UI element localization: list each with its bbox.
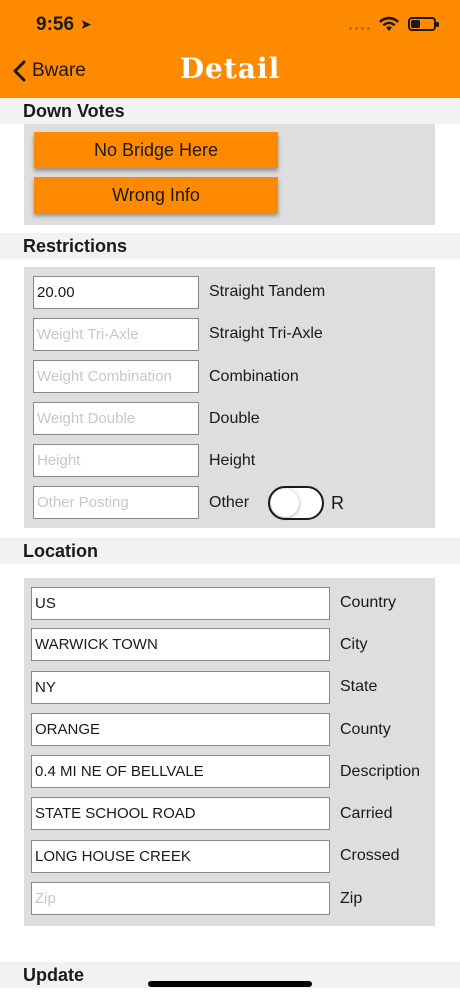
crossed-label: Crossed	[340, 847, 400, 864]
crossed-input[interactable]: LONG HOUSE CREEK	[31, 840, 330, 873]
location-arrow-icon: ➤	[80, 16, 92, 32]
combination-input[interactable]: Weight Combination	[33, 360, 199, 393]
county-label: County	[340, 721, 391, 738]
other-label: Other	[209, 494, 250, 511]
home-indicator	[148, 981, 312, 987]
straight-tandem-label: Straight Tandem	[209, 283, 326, 300]
battery-icon	[408, 17, 439, 31]
no-bridge-here-button[interactable]: No Bridge Here	[34, 132, 278, 168]
wifi-icon	[379, 16, 399, 31]
height-input[interactable]: Height	[33, 444, 199, 477]
status-time: 9:56	[36, 14, 75, 35]
cellular-signal-icon	[349, 18, 370, 30]
city-label: City	[340, 636, 368, 653]
section-header-location: Location	[0, 538, 460, 564]
double-label: Double	[209, 410, 260, 427]
description-input[interactable]: 0.4 MI NE OF BELLVALE	[31, 755, 330, 788]
page-title: Detail	[179, 52, 281, 85]
toggle-suffix-label: R	[331, 493, 344, 513]
zip-label: Zip	[340, 890, 363, 907]
carried-input[interactable]: STATE SCHOOL ROAD	[31, 797, 330, 830]
straight-tri-axle-input[interactable]: Weight Tri-Axle	[33, 318, 199, 351]
state-label: State	[340, 678, 378, 695]
section-header-restrictions: Restrictions	[0, 233, 460, 259]
city-input[interactable]: WARWICK TOWN	[31, 628, 330, 661]
county-input[interactable]: ORANGE	[31, 713, 330, 746]
straight-tandem-input[interactable]: 20.00	[33, 276, 199, 309]
navigation-bar: 9:56 ➤ Bware Detail	[0, 0, 460, 98]
description-label: Description	[340, 763, 421, 780]
wrong-info-button[interactable]: Wrong Info	[34, 177, 278, 213]
height-label: Height	[209, 452, 256, 469]
down-votes-panel: No Bridge Here Wrong Info	[24, 124, 435, 225]
country-label: Country	[340, 594, 397, 611]
combination-label: Combination	[209, 368, 299, 385]
country-input[interactable]: US	[31, 587, 330, 620]
toggle-knob	[271, 489, 299, 517]
other-posting-input[interactable]: Other Posting	[33, 486, 199, 519]
state-input[interactable]: NY	[31, 671, 330, 704]
zip-input[interactable]: Zip	[31, 882, 330, 915]
carried-label: Carried	[340, 805, 393, 822]
straight-tri-axle-label: Straight Tri-Axle	[209, 325, 323, 342]
r-toggle[interactable]	[268, 486, 324, 520]
section-header-down-votes: Down Votes	[0, 98, 460, 124]
double-input[interactable]: Weight Double	[33, 402, 199, 435]
status-icons	[349, 16, 439, 32]
